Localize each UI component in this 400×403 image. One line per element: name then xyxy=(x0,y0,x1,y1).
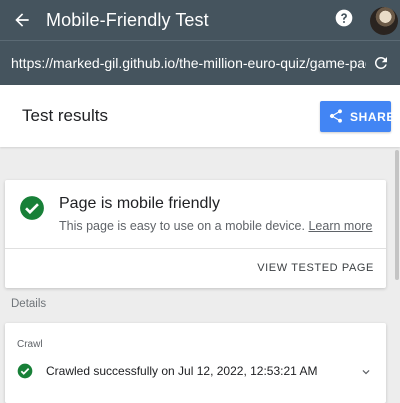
scrollbar[interactable] xyxy=(395,150,399,280)
results-title: Test results xyxy=(22,106,108,125)
url-bar: https://marked-gil.github.io/the-million… xyxy=(0,40,400,85)
share-icon xyxy=(329,109,342,123)
crawl-card: Crawl Crawled successfully on Jul 12, 20… xyxy=(5,323,386,403)
user-avatar[interactable] xyxy=(370,7,398,35)
share-button[interactable]: SHARE xyxy=(320,101,394,132)
help-icon xyxy=(335,9,353,27)
check-circle-icon xyxy=(17,363,33,379)
crawl-label: Crawl xyxy=(17,339,43,350)
status-description-text: This page is easy to use on a mobile dev… xyxy=(59,219,305,233)
share-label: SHARE xyxy=(350,110,396,124)
chevron-down-icon xyxy=(362,370,370,375)
back-button[interactable] xyxy=(10,8,34,32)
tested-url[interactable]: https://marked-gil.github.io/the-million… xyxy=(11,54,366,72)
arrow-back-icon xyxy=(15,13,29,27)
mobile-friendly-test-app: Mobile-Friendly Test https://marked-gil.… xyxy=(0,0,400,403)
learn-more-link[interactable]: Learn more xyxy=(308,219,372,233)
expand-crawl-button[interactable] xyxy=(359,365,373,379)
status-description: This page is easy to use on a mobile dev… xyxy=(59,218,379,234)
crawl-status-text: Crawled successfully on Jul 12, 2022, 12… xyxy=(46,364,318,378)
top-app-bar: Mobile-Friendly Test xyxy=(0,0,400,40)
check-circle-icon xyxy=(20,196,44,220)
details-label: Details xyxy=(11,298,47,310)
refresh-icon xyxy=(374,56,387,69)
status-heading: Page is mobile friendly xyxy=(59,195,220,212)
results-header: Test results SHARE xyxy=(0,85,400,147)
card-divider xyxy=(5,248,386,249)
app-title: Mobile-Friendly Test xyxy=(46,10,209,30)
mobile-friendly-status-card: Page is mobile friendly This page is eas… xyxy=(5,180,386,288)
refresh-button[interactable] xyxy=(372,54,392,74)
view-tested-page-button[interactable]: VIEW TESTED PAGE xyxy=(257,261,374,275)
help-button[interactable] xyxy=(334,8,354,28)
